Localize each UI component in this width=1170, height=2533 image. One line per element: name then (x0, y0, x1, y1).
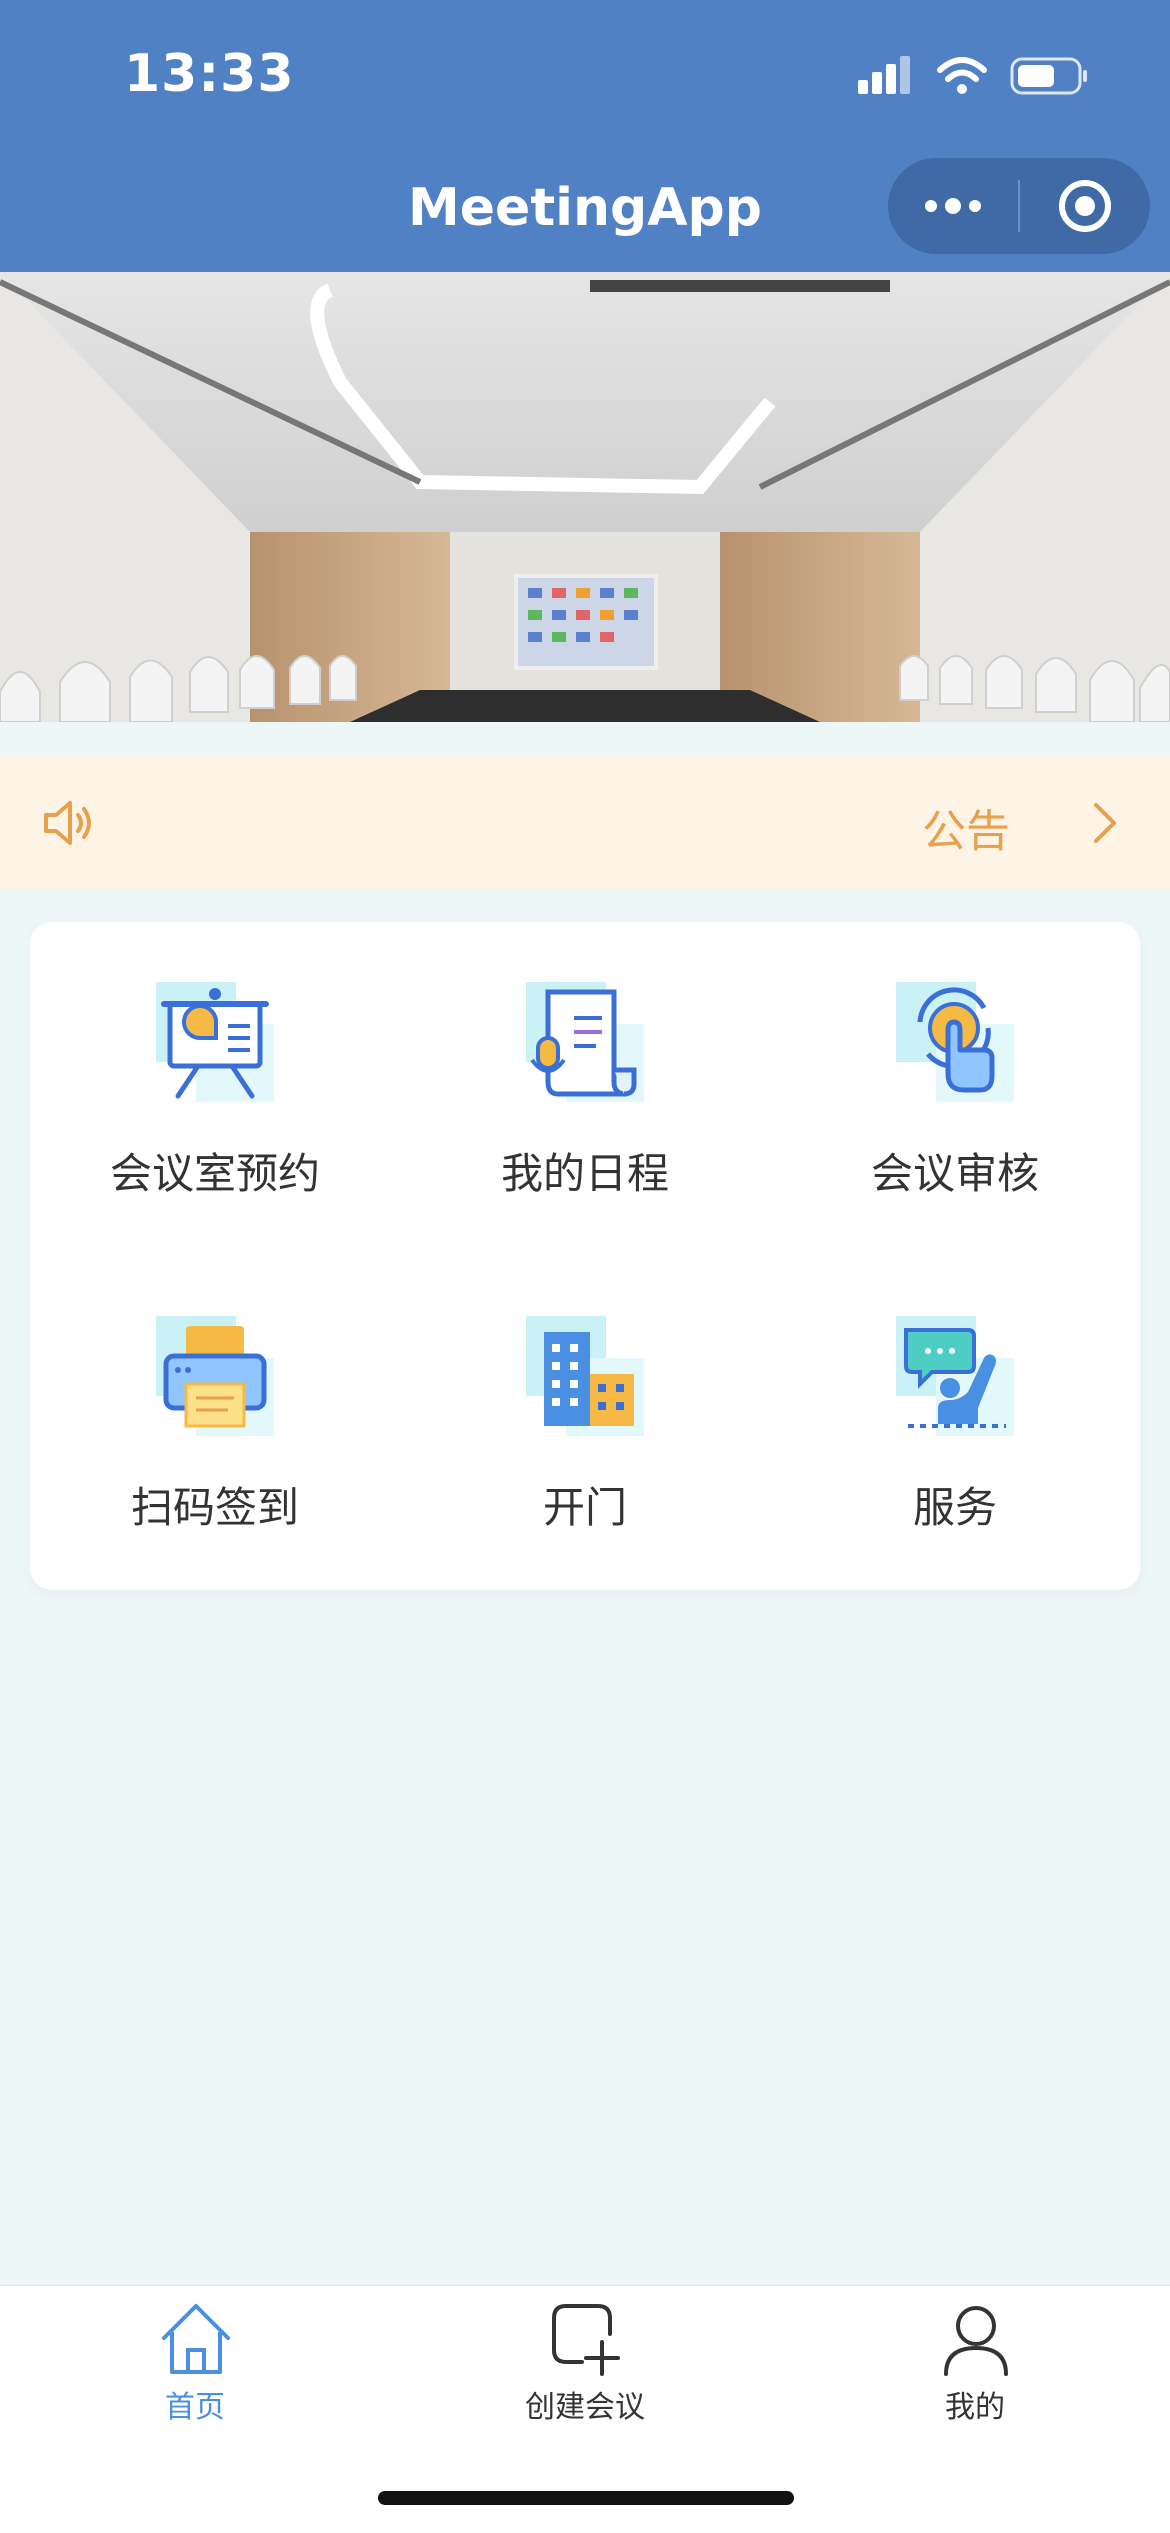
notice-bar[interactable]: 公告 (0, 755, 1170, 890)
notice-label: 公告 (922, 806, 1010, 857)
menu-item-label: 我的日程 (500, 1149, 669, 1198)
menu-item-open-door[interactable]: 开门 (400, 1256, 770, 1556)
support-person-icon (896, 1316, 1014, 1436)
status-icons (858, 56, 1090, 96)
tab-label: 我的 (945, 2390, 1005, 2425)
target-circle-icon (1059, 180, 1111, 232)
tab-profile[interactable]: 我的 (780, 2286, 1170, 2426)
battery-icon (1010, 57, 1087, 95)
menu-item-label: 会议室预约 (109, 1149, 320, 1198)
add-square-icon (552, 2304, 620, 2376)
scroll-document-icon (526, 982, 644, 1102)
status-time: 13:33 (124, 44, 295, 104)
signal-icon (858, 56, 910, 94)
banner-image (0, 272, 1170, 722)
header: 13:33 MeetingApp (0, 0, 1170, 272)
touch-approve-icon (896, 982, 1014, 1102)
tab-home[interactable]: 首页 (0, 2286, 390, 2426)
printer-icon (156, 1316, 274, 1436)
wifi-icon (937, 57, 987, 94)
speaker-icon (44, 801, 91, 845)
tab-bar: 首页 创建会议 我的 (0, 2285, 1170, 2533)
home-indicator (378, 2491, 794, 2505)
more-button[interactable] (888, 158, 1018, 254)
menu-item-label: 会议审核 (870, 1149, 1039, 1198)
menu-item-room-booking[interactable]: 会议室预约 (30, 922, 400, 1222)
menu-item-meeting-review[interactable]: 会议审核 (770, 922, 1140, 1222)
mini-program-capsule (888, 158, 1150, 254)
home-icon (162, 2304, 230, 2374)
close-button[interactable] (1020, 158, 1150, 254)
menu-item-service[interactable]: 服务 (770, 1256, 1140, 1556)
menu-item-label: 开门 (542, 1483, 627, 1532)
more-dots-icon (925, 198, 981, 214)
function-grid: 会议室预约 我的日程 会议审核 扫码签到 开门 服务 (30, 922, 1140, 1590)
chevron-right-icon (1094, 803, 1116, 843)
menu-item-label: 扫码签到 (130, 1483, 299, 1532)
building-icon (526, 1316, 644, 1436)
menu-item-scan-checkin[interactable]: 扫码签到 (30, 1256, 400, 1556)
menu-item-my-schedule[interactable]: 我的日程 (400, 922, 770, 1222)
person-icon (944, 2306, 1008, 2376)
tab-label: 创建会议 (525, 2390, 645, 2425)
tab-create-meeting[interactable]: 创建会议 (390, 2286, 780, 2426)
menu-item-label: 服务 (912, 1483, 997, 1532)
presentation-board-icon (156, 982, 274, 1102)
tab-label: 首页 (165, 2390, 225, 2425)
